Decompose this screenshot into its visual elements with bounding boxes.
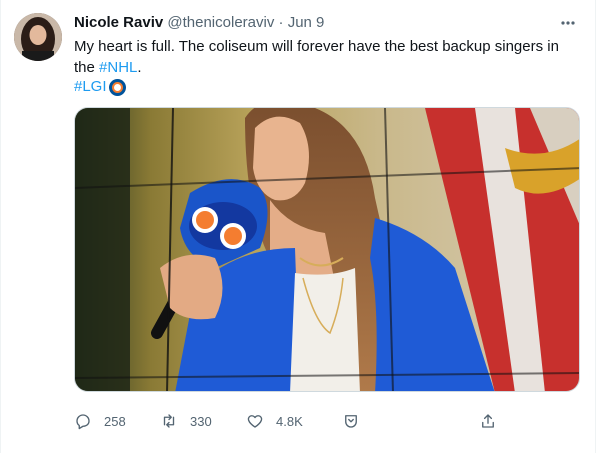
save-icon (345, 415, 357, 428)
photo-illustration (75, 108, 579, 391)
tweet-header: Nicole Raviv @thenicoleraviv · Jun 9 (74, 13, 324, 33)
hashtag-lgi-link[interactable]: #LGI (74, 77, 107, 97)
separator-dot: · (278, 14, 284, 31)
share-icon (482, 414, 494, 428)
tweet-media-photo[interactable] (74, 107, 580, 392)
reply-count: 258 (104, 413, 126, 429)
tweet-text: My heart is full. The coliseum will fore… (74, 36, 574, 78)
retweet-count: 330 (190, 413, 212, 429)
author-name[interactable]: Nicole Raviv (74, 14, 163, 31)
retweet-button[interactable]: 330 (160, 410, 212, 432)
like-count: 4.8K (276, 413, 303, 429)
avatar[interactable] (14, 13, 62, 61)
save-button[interactable] (342, 410, 360, 432)
reply-button[interactable]: 258 (74, 410, 126, 432)
islanders-logo-icon (108, 78, 126, 96)
more-icon[interactable] (557, 12, 579, 34)
tweet-text-main: My heart is full. The coliseum will fore… (74, 38, 559, 76)
author-handle[interactable]: @thenicoleraviv (167, 14, 274, 31)
retweet-icon (163, 414, 175, 428)
hashtag-nhl-link[interactable]: #NHL (99, 59, 137, 76)
tweet-actions: 258 330 4.8K (74, 410, 514, 432)
share-button[interactable] (479, 410, 497, 432)
heart-icon (247, 415, 263, 428)
tweet-date[interactable]: Jun 9 (288, 14, 325, 31)
reply-icon (76, 414, 90, 430)
like-button[interactable]: 4.8K (246, 410, 303, 432)
hashtag-line: #LGI (74, 77, 126, 97)
tweet-card[interactable]: Nicole Raviv @thenicoleraviv · Jun 9 My … (0, 0, 596, 453)
tweet-text-end: . (137, 59, 142, 76)
